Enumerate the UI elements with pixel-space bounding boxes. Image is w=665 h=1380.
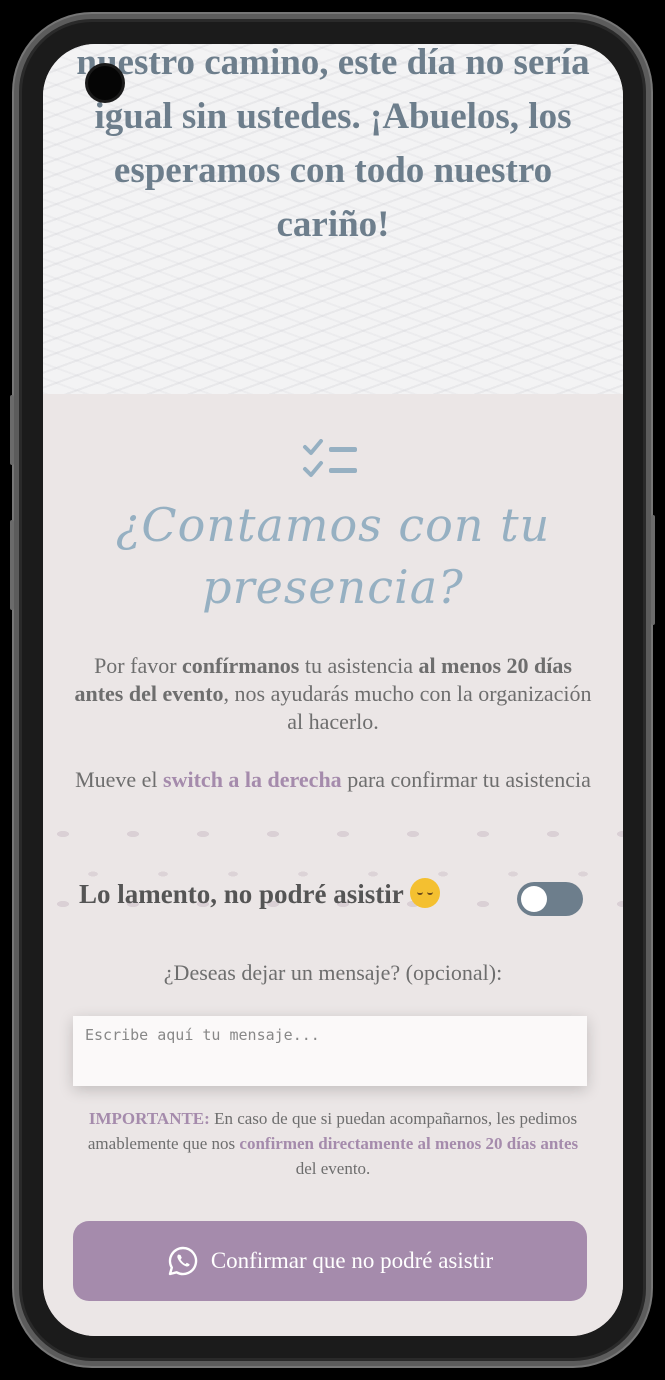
side-button [10,395,14,465]
message-input[interactable] [73,1016,587,1086]
decline-row: Lo lamento, no podré asistir [43,872,623,922]
decline-label: Lo lamento, no podré asistir [79,878,440,910]
attendance-toggle[interactable] [517,882,583,916]
intro-text: tu asistencia [299,653,419,678]
important-label: IMPORTANTE: [88,1109,210,1128]
important-note: IMPORTANTE: En caso de que si puedan aco… [83,1106,583,1181]
checklist-icon [303,439,357,477]
decline-text: Lo lamento, no podré asistir [79,879,404,909]
important-text: del evento. [295,1159,371,1178]
intro-text: Por favor [94,653,183,678]
intro-section: nuestro camino, este día no sería igual … [43,44,623,394]
side-button [10,520,14,610]
pensive-face-icon [409,878,440,908]
rsvp-title-line1: ¿Contamos con tu [115,498,551,552]
important-accent: confirmen directamente al menos 20 días … [239,1134,579,1153]
confirm-button-label: Confirmar que no podré asistir [210,1248,494,1273]
screen: nuestro camino, este día no sería igual … [43,44,623,1336]
intro-bold: confírmanos [182,653,300,678]
hint-text: Mueve el [75,767,164,792]
switch-hint: Mueve el switch a la derecha para confir… [67,766,599,794]
rsvp-intro: Por favor confírmanos tu asistencia al m… [67,652,599,736]
camera-icon [88,66,122,100]
whatsapp-icon [168,1246,198,1276]
confirm-decline-button[interactable]: Confirmar que no podré asistir [73,1221,587,1301]
side-button [651,515,655,625]
rsvp-title: ¿Contamos con tu presencia? [73,494,593,618]
toggle-knob[interactable] [521,886,547,912]
message-label: ¿Deseas dejar un mensaje? (opcional): [163,960,503,985]
intro-message: nuestro camino, este día no sería igual … [76,44,590,245]
hint-accent: switch a la derecha [163,767,342,792]
hint-text: para confirmar tu asistencia [341,767,591,792]
rsvp-section: ¿Contamos con tu presencia? Por favor co… [43,394,623,1336]
rsvp-title-line2: presencia? [202,560,464,614]
intro-text: , nos ayudarás mucho con la organización… [223,681,592,734]
